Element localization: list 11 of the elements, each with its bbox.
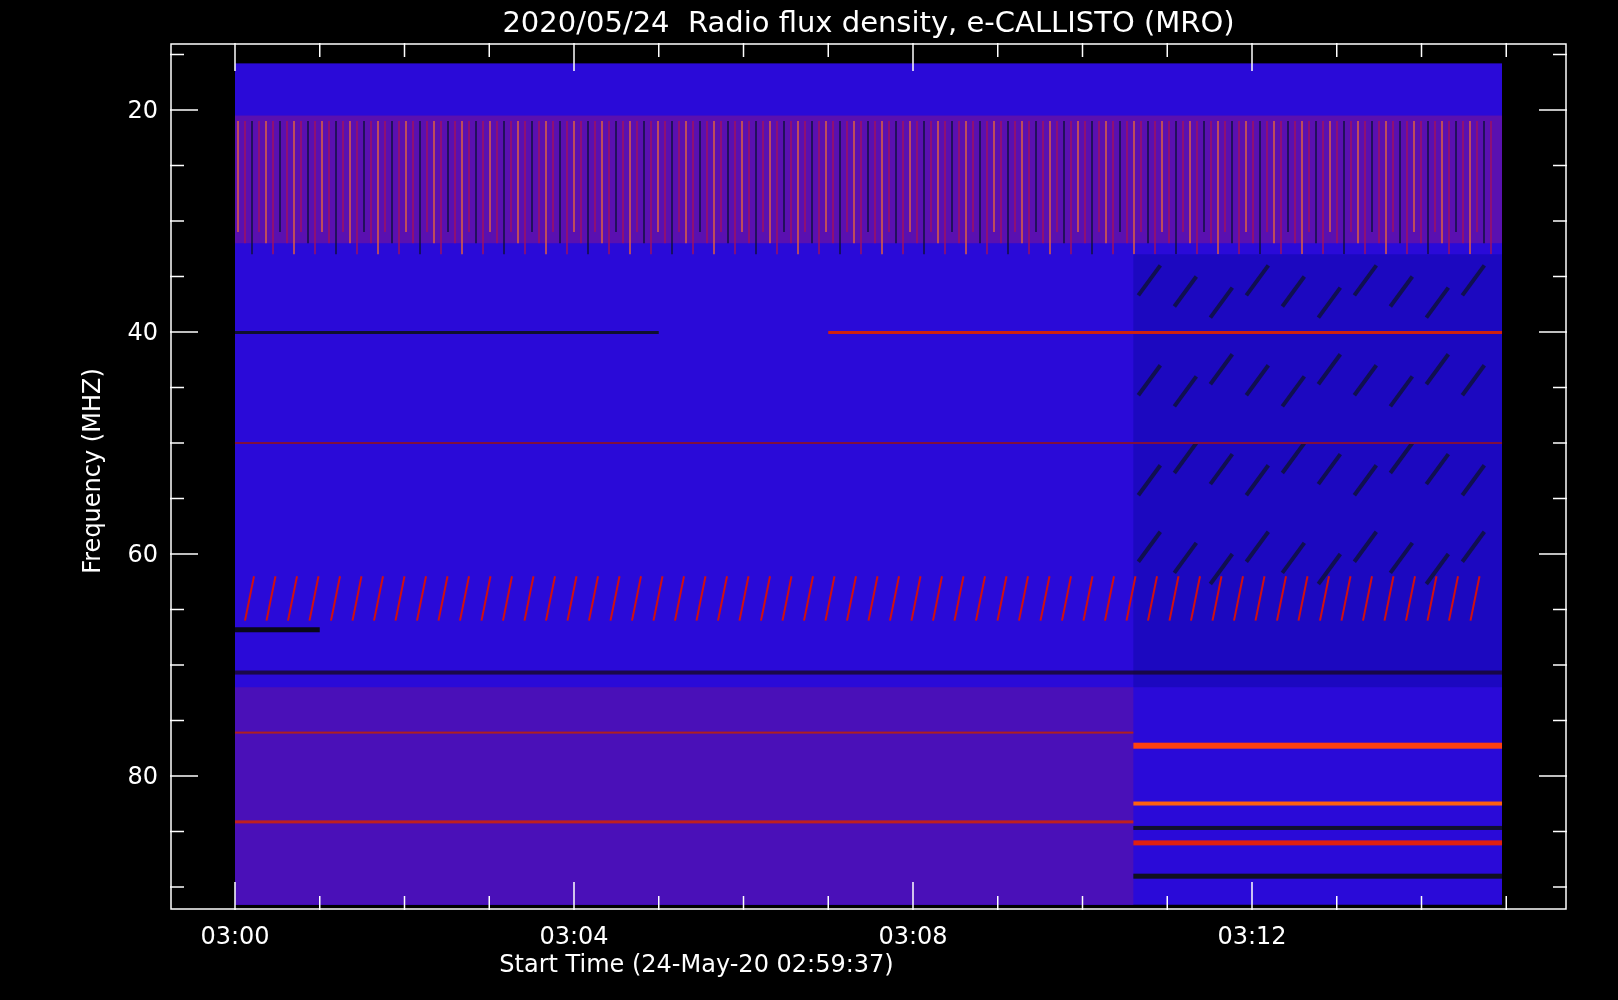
x-tick-label: 03:12 [1217,922,1287,950]
chart-title: 2020/05/24 Radio flux density, e-CALLISTO (MRO) [502,4,1235,39]
y-tick-label: 20 [127,96,158,124]
x-tick-label: 03:00 [200,922,270,950]
y-axis-label: Frequency (MHZ) [78,367,106,574]
y-tick-label: 40 [127,318,158,346]
y-tick-label: 60 [127,540,158,568]
x-tick-label: 03:04 [539,922,609,950]
y-tick-label: 80 [127,762,158,790]
x-tick-label: 03:08 [878,922,948,950]
x-axis-label: Start Time (24-May-20 02:59:37) [499,950,894,978]
